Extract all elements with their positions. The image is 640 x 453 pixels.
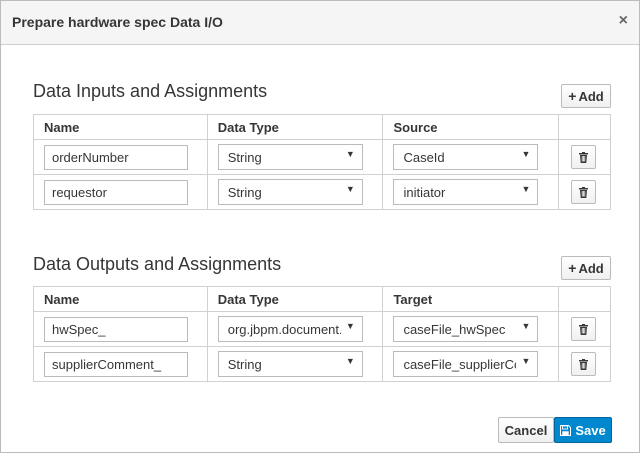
table-header-row: Name Data Type Target <box>33 286 611 312</box>
column-header-data-type: Data Type <box>206 114 384 140</box>
caret-down-icon: ▼ <box>521 356 531 366</box>
source-select[interactable]: initiator ▼ <box>393 179 539 205</box>
delete-row-button[interactable] <box>571 180 597 204</box>
plus-icon: + <box>568 88 577 104</box>
dialog-title: Prepare hardware spec Data I/O <box>12 14 223 30</box>
source-value: CaseId <box>403 150 445 165</box>
data-io-dialog: Prepare hardware spec Data I/O × Data In… <box>0 0 640 453</box>
data-type-select[interactable]: String ▼ <box>217 144 363 170</box>
add-input-label: Add <box>578 88 604 104</box>
column-header-name: Name <box>33 286 208 312</box>
data-type-select[interactable]: org.jbpm.document.Document ▼ <box>217 316 363 342</box>
delete-row-button[interactable] <box>571 352 597 376</box>
column-header-actions <box>558 286 611 312</box>
trash-icon <box>579 358 589 370</box>
trash-icon <box>579 186 589 198</box>
column-header-source: Source <box>382 114 560 140</box>
source-value: initiator <box>403 185 446 200</box>
source-select[interactable]: CaseId ▼ <box>393 144 539 170</box>
data-type-value: String <box>227 185 262 200</box>
cancel-button[interactable]: Cancel <box>498 417 554 443</box>
name-input[interactable] <box>44 316 188 342</box>
dialog-header: Prepare hardware spec Data I/O × <box>1 1 639 45</box>
trash-icon <box>579 323 589 335</box>
caret-down-icon: ▼ <box>345 149 355 159</box>
data-type-select[interactable]: String ▼ <box>217 179 363 205</box>
name-input[interactable] <box>44 351 188 377</box>
plus-icon: + <box>568 260 577 276</box>
outputs-section-title: Data Outputs and Assignments <box>33 254 282 274</box>
delete-row-button[interactable] <box>571 145 597 169</box>
target-value: caseFile_supplierComment <box>403 357 516 372</box>
caret-down-icon: ▼ <box>521 184 531 194</box>
save-label: Save <box>575 422 606 438</box>
name-input[interactable] <box>44 179 188 205</box>
column-header-target: Target <box>382 286 560 312</box>
table-row: String ▼ initiator ▼ <box>33 174 611 210</box>
delete-row-button[interactable] <box>571 317 597 341</box>
data-type-select[interactable]: String ▼ <box>217 351 363 377</box>
table-row: String ▼ CaseId ▼ <box>33 139 611 175</box>
save-button[interactable]: Save <box>554 417 612 443</box>
caret-down-icon: ▼ <box>521 149 531 159</box>
target-select[interactable]: caseFile_supplierComment ▼ <box>393 351 539 377</box>
column-header-data-type: Data Type <box>206 286 384 312</box>
table-row: String ▼ caseFile_supplierComment ▼ <box>33 346 611 382</box>
name-input[interactable] <box>44 144 188 170</box>
table-row: org.jbpm.document.Document ▼ caseFile_hwS… <box>33 311 611 347</box>
data-type-value: String <box>227 150 262 165</box>
target-value: caseFile_hwSpec <box>403 322 506 337</box>
inputs-table: Name Data Type Source String ▼ CaseId ▼ St… <box>33 114 611 210</box>
add-output-label: Add <box>578 260 604 276</box>
data-type-value: org.jbpm.document.Document <box>227 322 341 337</box>
add-output-button[interactable]: + Add <box>561 256 611 280</box>
add-input-button[interactable]: + Add <box>561 84 611 108</box>
caret-down-icon: ▼ <box>521 321 531 331</box>
caret-down-icon: ▼ <box>345 356 355 366</box>
table-header-row: Name Data Type Source <box>33 114 611 140</box>
data-type-value: String <box>227 357 262 372</box>
trash-icon <box>579 151 589 163</box>
caret-down-icon: ▼ <box>345 321 355 331</box>
outputs-table: Name Data Type Target org.jbpm.document.… <box>33 286 611 382</box>
column-header-name: Name <box>33 114 208 140</box>
floppy-disk-icon <box>560 424 572 436</box>
target-select[interactable]: caseFile_hwSpec ▼ <box>393 316 539 342</box>
close-icon[interactable]: × <box>619 12 628 30</box>
column-header-actions <box>558 114 611 140</box>
inputs-section-title: Data Inputs and Assignments <box>33 81 268 101</box>
caret-down-icon: ▼ <box>345 184 355 194</box>
